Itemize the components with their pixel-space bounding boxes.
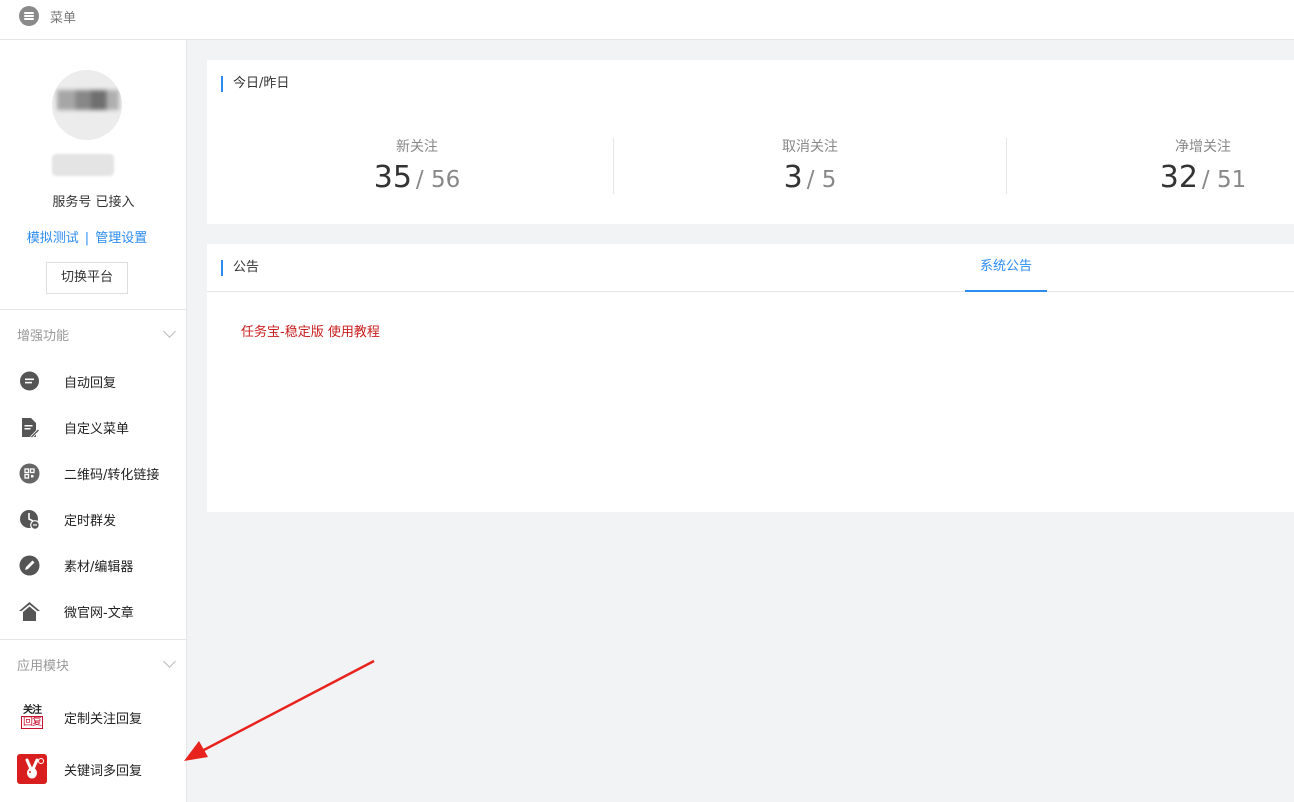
notice-card: 公告 系统公告 任务宝-稳定版 使用教程 [207,244,1294,512]
stat-today-value: 35 [373,160,412,195]
simulate-test-link[interactable]: 模拟测试 [27,231,79,246]
pencil-icon [19,555,40,576]
nav-item-qrcode[interactable]: 二维码/转化链接 [0,450,187,496]
tab-underline [207,291,1294,292]
app-item-follow-reply[interactable]: 关注 回复 定制关注回复 [0,691,187,743]
enhanced-section-header[interactable]: 增强功能 [0,310,187,358]
nav-item-label: 自定义菜单 [64,421,130,437]
divider [613,138,614,194]
app-item-keyword-reply[interactable]: 关键词多回复 [0,743,187,795]
home-icon [19,601,40,622]
menu-label: 菜单 [50,10,77,26]
document-edit-icon [19,417,40,438]
divider [1006,138,1007,194]
stat-net-follow: 净增关注 32/ 51 [1103,136,1294,195]
stat-today-value: 3 [783,160,803,195]
chat-bubble-icon [19,371,40,392]
link-separator: | [84,231,90,246]
chevron-down-icon [163,655,176,668]
stats-card: 今日/昨日 新关注 35/ 56 取消关注 3/ 5 净增关注 32/ 51 [207,60,1294,224]
nav-item-custom-menu[interactable]: 自定义菜单 [0,404,187,450]
stat-new-follow: 新关注 35/ 56 [317,136,517,195]
nav-item-scheduled-send[interactable]: 定时群发 [0,496,187,542]
nav-item-micro-site[interactable]: 微官网-文章 [0,588,187,634]
nav-item-materials-editor[interactable]: 素材/编辑器 [0,542,187,588]
tab-system-notice[interactable]: 系统公告 [965,244,1047,292]
stat-yesterday-value: / 51 [1201,167,1247,193]
notice-title: 公告 [221,260,259,276]
stat-label: 净增关注 [1175,139,1231,155]
stat-yesterday-value: / 5 [806,167,837,193]
menu-list-icon [19,6,39,26]
nav-item-auto-reply[interactable]: 自动回复 [0,358,187,404]
apps-section-title: 应用模块 [17,658,70,674]
manage-settings-link[interactable]: 管理设置 [95,231,147,246]
nav-item-label: 定时群发 [64,513,117,529]
stat-today-value: 32 [1159,160,1198,195]
follow-reply-icon: 关注 回复 [21,705,43,729]
clock-icon [19,509,40,530]
app-item-label: 关键词多回复 [64,763,143,779]
stat-label: 取消关注 [782,139,838,155]
top-bar: 菜单 [0,0,1294,40]
nav-item-label: 素材/编辑器 [64,559,134,575]
apps-section-header[interactable]: 应用模块 [0,640,187,688]
chevron-down-icon [163,325,176,338]
qrcode-icon [19,463,40,484]
enhanced-section: 增强功能 自动回复 自定义菜单 二维码/转化链接 定时群发 素材/编辑器 微官网… [0,309,187,634]
menu-toggle[interactable]: 菜单 [19,6,76,26]
nav-item-label: 微官网-文章 [64,605,134,621]
account-name-blurred [52,154,114,176]
avatar [52,70,122,140]
enhanced-section-title: 增强功能 [17,328,70,344]
sidebar: 服务号 已接入 模拟测试 | 管理设置 切换平台 增强功能 自动回复 自定义菜单 二… [0,40,187,802]
stats-title: 今日/昨日 [221,76,289,92]
nav-item-label: 二维码/转化链接 [64,467,160,483]
stat-yesterday-value: / 56 [415,167,461,193]
app-item-label: 定制关注回复 [64,711,143,727]
apps-section: 应用模块 关注 回复 定制关注回复 关键词多回复 [0,639,187,795]
notice-link[interactable]: 任务宝-稳定版 使用教程 [241,321,380,340]
switch-platform-button[interactable]: 切换平台 [46,262,128,294]
rabbit-logo-icon [17,754,47,784]
stat-label: 新关注 [396,139,438,155]
account-links: 模拟测试 | 管理设置 [0,227,174,246]
nav-item-label: 自动回复 [64,375,117,391]
account-status: 服务号 已接入 [52,195,135,210]
stat-unfollow: 取消关注 3/ 5 [710,136,910,195]
